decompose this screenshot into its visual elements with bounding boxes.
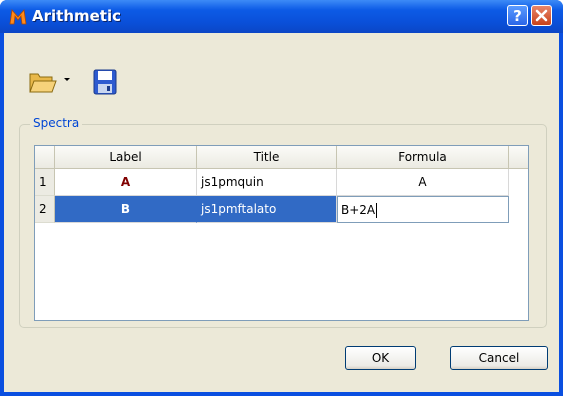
close-icon bbox=[535, 9, 548, 22]
cancel-button[interactable]: Cancel bbox=[450, 346, 548, 370]
table-cell-formula[interactable]: A bbox=[337, 169, 509, 196]
row-number[interactable]: 1 bbox=[35, 169, 55, 196]
table-cell-label[interactable]: A bbox=[55, 169, 197, 196]
ok-button[interactable]: OK bbox=[345, 346, 416, 370]
close-button[interactable] bbox=[531, 5, 552, 26]
dropdown-arrow-icon[interactable] bbox=[62, 74, 72, 84]
column-header-label[interactable]: Label bbox=[55, 146, 197, 169]
folder-open-icon[interactable] bbox=[28, 68, 58, 96]
question-icon: ? bbox=[513, 7, 522, 25]
app-logo-icon bbox=[9, 9, 27, 25]
formula-edit-field[interactable]: B+2A bbox=[337, 196, 509, 223]
row-number[interactable]: 2 bbox=[35, 196, 55, 223]
formula-edit-text: B+2A bbox=[341, 203, 376, 217]
window-border bbox=[0, 392, 563, 396]
table-cell-title[interactable]: js1pmftalato bbox=[197, 196, 337, 223]
group-label: Spectra bbox=[30, 116, 83, 130]
title-bar[interactable]: Arithmetic ? bbox=[0, 0, 563, 33]
column-header-formula[interactable]: Formula bbox=[337, 146, 509, 169]
window-title: Arithmetic bbox=[32, 7, 122, 25]
header-filler bbox=[509, 146, 528, 169]
help-button[interactable]: ? bbox=[507, 5, 528, 26]
floppy-save-icon[interactable] bbox=[92, 68, 118, 96]
column-header-title[interactable]: Title bbox=[197, 146, 337, 169]
corner-header bbox=[35, 146, 55, 169]
text-cursor bbox=[376, 203, 378, 218]
svg-text:?: ? bbox=[513, 7, 522, 25]
table-cell-label[interactable]: B bbox=[55, 196, 197, 223]
dialog-window: Arithmetic ? Spectra Label Title Formula… bbox=[0, 0, 563, 396]
spectra-table[interactable]: Label Title Formula 1 A js1pmquin A 2 B … bbox=[34, 145, 529, 321]
table-cell-title[interactable]: js1pmquin bbox=[197, 169, 337, 196]
